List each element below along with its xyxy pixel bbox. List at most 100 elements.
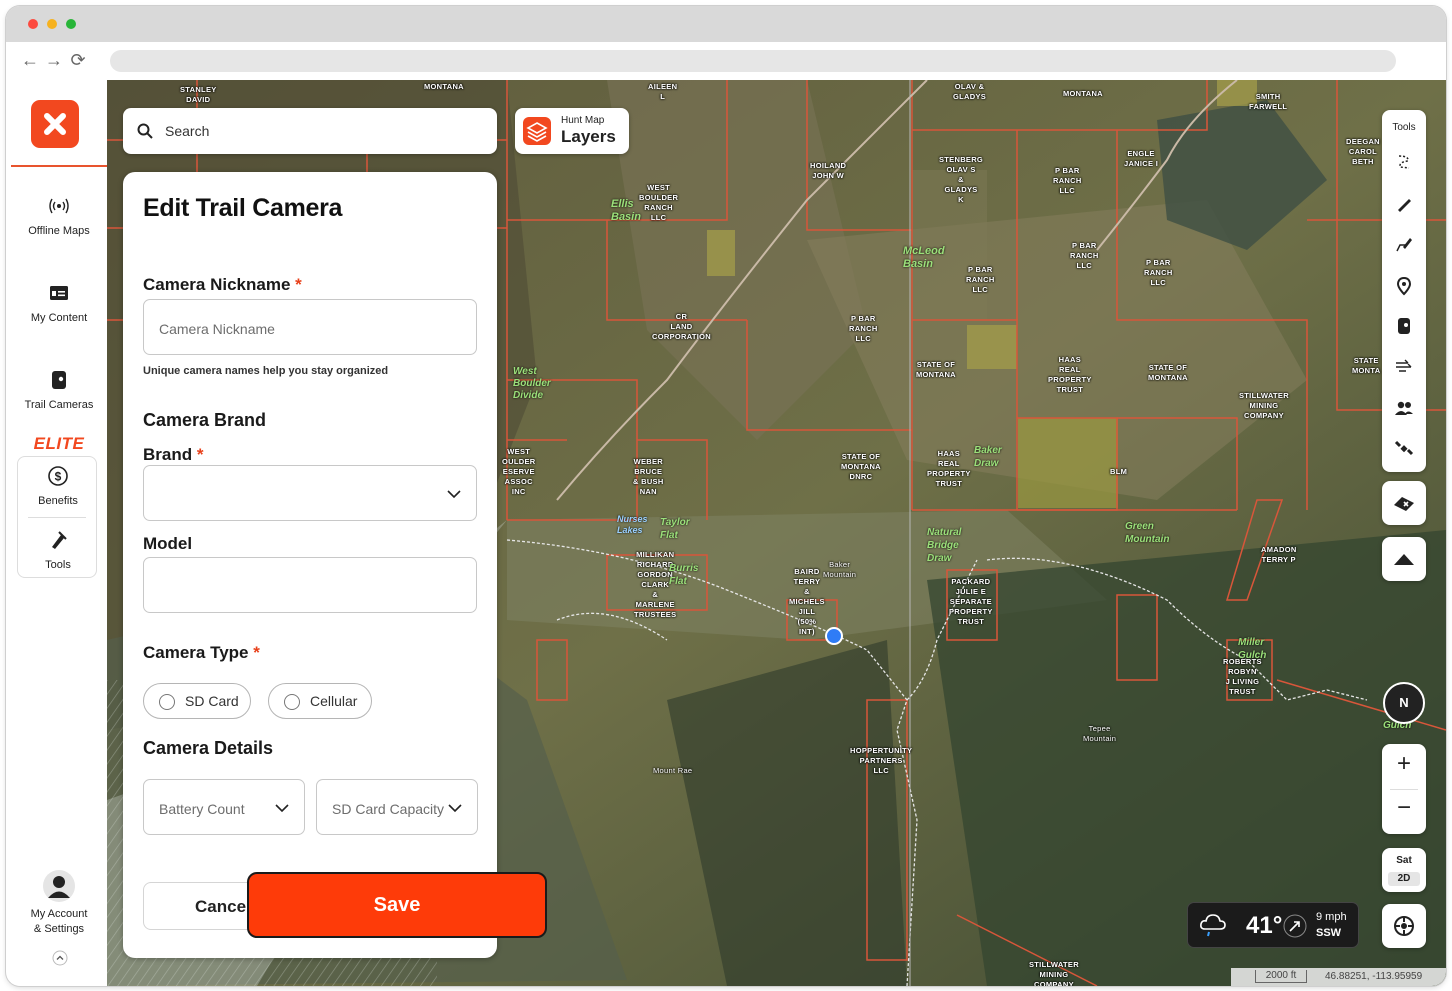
map-parcel-label: WEBER BRUCE & BUSH NAN (633, 457, 664, 496)
map-peak-label: Baker Mountain (823, 560, 857, 579)
zoom-in-button[interactable]: + (1382, 750, 1426, 778)
nickname-hint: Unique camera names help you stay organi… (143, 365, 389, 377)
map-parcel-label: STANLEY DAVID (180, 85, 217, 104)
weather-widget[interactable]: 41° 9 mph SSW (1187, 902, 1359, 948)
map-parcel-label: P BAR RANCH LLC (966, 265, 995, 294)
back-arrow-icon[interactable]: ← (18, 48, 42, 72)
map-pin-icon[interactable] (1394, 276, 1414, 296)
map-parcel-label: WEST OULDER ESERVE ASSOC INC (502, 447, 536, 496)
map-place-label: Burris Flat (669, 563, 699, 587)
map-parcel-label: STILLWATER MINING COMPANY (1239, 391, 1289, 420)
layers-title: Layers (561, 127, 616, 146)
camera-details-heading: Camera Details (143, 738, 274, 758)
map-parcel-label: OLAV & GLADYS (953, 82, 987, 101)
maximize-window-button[interactable] (66, 19, 76, 29)
brand-select[interactable] (143, 465, 477, 521)
camera-brand-heading: Camera Brand (143, 410, 267, 430)
wind-direction: SSW (1316, 927, 1342, 939)
draw-line-icon[interactable] (1394, 194, 1414, 214)
battery-count-select[interactable]: Battery Count (143, 779, 305, 835)
search-bar[interactable]: Search (123, 108, 497, 154)
map-parcel-label: HOILAND JOHN W (810, 161, 847, 180)
tools-icon (52, 531, 67, 549)
map-place-label: Taylor Flat (660, 517, 690, 541)
elite-divider (28, 517, 86, 518)
offline-maps-icon (49, 198, 69, 214)
location-button[interactable] (1382, 904, 1426, 948)
draw-shape-icon[interactable] (1394, 234, 1414, 254)
map-place-label: West Boulder Divide (513, 366, 551, 401)
save-button[interactable]: Save (247, 872, 547, 938)
account-label-line1: My Account (30, 908, 88, 920)
chevron-down-icon (447, 490, 461, 499)
app-logo[interactable] (31, 100, 79, 148)
map-peak-label: Tepee Mountain (1083, 724, 1117, 743)
map-parcel-label: P BAR RANCH LLC (1070, 241, 1099, 270)
zoom-divider (1390, 789, 1418, 790)
zoom-control: + − (1382, 744, 1426, 834)
map-parcel-label: STATE OF MONTANA (1148, 363, 1188, 382)
radio-sd-card[interactable]: SD Card (143, 683, 251, 719)
required-mark: * (196, 445, 204, 464)
account-label-line2: & Settings (33, 923, 85, 935)
map-parcel-label: PACKARD JULIE E SEPARATE PROPERTY TRUST (949, 577, 993, 626)
satellite-icon[interactable] (1394, 438, 1414, 458)
model-input[interactable] (143, 557, 477, 613)
map-parcel-label: BLM (1110, 467, 1128, 476)
map-parcel-label: STENBERG OLAV S & GLADYS K (939, 155, 984, 204)
reload-icon[interactable]: ⟳ (66, 48, 90, 72)
sidebar-item-tools[interactable]: Tools (18, 529, 98, 571)
map-parcel-label: STATE OF MONTANA (916, 360, 956, 379)
map-parcel-label: HAAS REAL PROPERTY TRUST (1048, 355, 1092, 394)
forward-arrow-icon[interactable]: → (42, 48, 66, 72)
sidebar-item-trail-cameras[interactable]: Trail Cameras (11, 369, 107, 411)
map-parcel-label: STILLWATER MINING COMPANY (1029, 960, 1079, 986)
battery-placeholder: Battery Count (159, 801, 245, 817)
basemap-toggle[interactable]: Sat 2D (1382, 848, 1426, 892)
chevron-down-icon (275, 804, 289, 813)
radio-cellular[interactable]: Cellular (268, 683, 372, 719)
minimize-window-button[interactable] (47, 19, 57, 29)
map-parcel-label: WEST BOULDER RANCH LLC (639, 183, 679, 222)
map-canvas[interactable]: STANLEY DAVID MONTANA AILEEN L OLAV & GL… (107, 80, 1446, 986)
search-icon (137, 123, 153, 139)
map-parcel-label: HAAS REAL PROPERTY TRUST (927, 449, 971, 488)
cancel-label: Cancel (195, 897, 251, 916)
cursor-coordinates: 46.88251, -113.95959 (1325, 971, 1423, 982)
my-content-icon (50, 286, 68, 300)
address-bar[interactable] (110, 50, 1396, 72)
map-parcel-label: ENGLE JANICE I (1124, 149, 1159, 168)
browser-window: ← → ⟳ Offline Maps My Content Trail Came… (6, 6, 1446, 986)
hunt-area-button[interactable] (1382, 481, 1426, 525)
track-path-icon[interactable] (1394, 152, 1414, 172)
sidebar-item-account[interactable]: My Account & Settings (11, 870, 107, 935)
map-parcel-label: MONTANA (424, 82, 464, 91)
map-parcel-label: CR LAND CORPORATION (652, 312, 711, 341)
wind-icon[interactable] (1394, 356, 1414, 376)
trail-camera-icon (52, 371, 66, 389)
elite-menu: $ Benefits Tools (17, 456, 97, 578)
map-place-label: Ellis Basin (611, 198, 641, 223)
map-parcel-label: AILEEN L (648, 82, 678, 101)
close-window-button[interactable] (28, 19, 38, 29)
chevron-up-icon[interactable] (52, 950, 68, 966)
terrain-3d-button[interactable] (1382, 537, 1426, 581)
required-mark: * (295, 275, 302, 294)
search-input[interactable]: Search (165, 123, 209, 139)
sidebar-item-benefits[interactable]: $ Benefits (18, 465, 98, 507)
sd-card-capacity-select[interactable]: SD Card Capacity (316, 779, 478, 835)
layers-button[interactable]: Hunt Map Layers (515, 108, 629, 154)
sidebar-item-offline-maps[interactable]: Offline Maps (11, 195, 107, 237)
brand-label: Brand * (143, 445, 203, 465)
scale-distance: 2000 ft (1255, 970, 1307, 983)
trail-camera-icon[interactable] (1394, 316, 1414, 336)
map-place-label: Natural Bridge Draw (927, 527, 962, 564)
map-place-label: Miller Gulch (1238, 637, 1267, 661)
compass-button[interactable]: N (1383, 682, 1425, 724)
zoom-out-button[interactable]: − (1382, 794, 1426, 822)
required-mark: * (253, 643, 260, 662)
sidebar-item-my-content[interactable]: My Content (11, 282, 107, 324)
elite-badge: ELITE (33, 434, 85, 453)
group-icon[interactable] (1394, 398, 1414, 418)
nickname-input[interactable]: Camera Nickname (143, 299, 477, 355)
